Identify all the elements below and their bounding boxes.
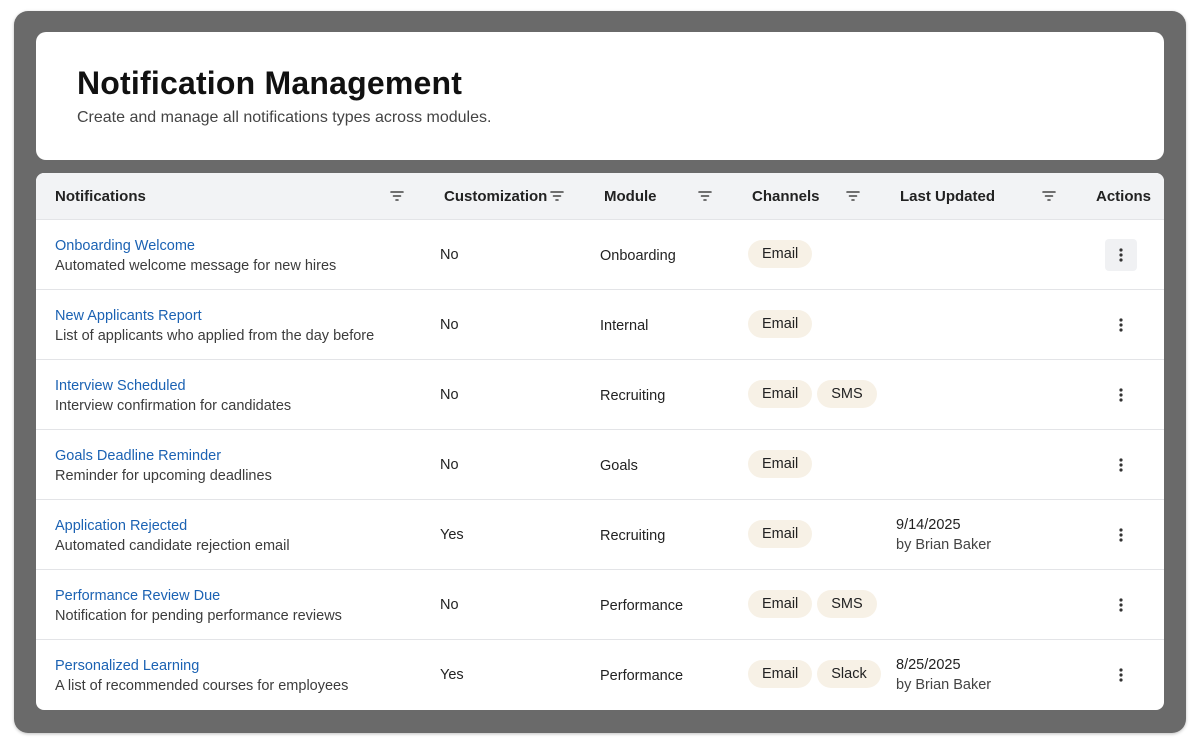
channel-chip: Email (748, 520, 813, 548)
channel-list: Email Slack (748, 660, 881, 688)
kebab-menu-icon (1119, 598, 1123, 612)
notification-description: Automated welcome message for new hires (55, 258, 337, 274)
notification-description: A list of recommended courses for employ… (55, 678, 349, 694)
module-value: Performance (600, 668, 684, 684)
row-actions-button[interactable] (1105, 659, 1137, 691)
customization-value: No (440, 457, 459, 473)
notification-title-link[interactable]: Onboarding Welcome (55, 238, 195, 254)
notification-title-link[interactable]: Application Rejected (55, 518, 187, 534)
channel-list: Email SMS (748, 380, 877, 408)
column-header-module[interactable]: Module (604, 173, 657, 219)
filter-icon[interactable] (697, 188, 713, 204)
notification-description: Reminder for upcoming deadlines (55, 468, 272, 484)
table-row: Personalized Learning A list of recommen… (36, 640, 1164, 709)
table-body: Onboarding Welcome Automated welcome mes… (36, 220, 1164, 709)
app-frame: Notification Management Create and manag… (14, 11, 1186, 733)
customization-value: No (440, 317, 459, 333)
table-row: Interview Scheduled Interview confirmati… (36, 360, 1164, 430)
notifications-table: Notifications Customization Module Chann… (36, 173, 1164, 710)
table-row: Performance Review Due Notification for … (36, 570, 1164, 640)
module-value: Recruiting (600, 388, 666, 404)
channel-chip: Email (748, 310, 813, 338)
kebab-menu-icon (1119, 248, 1123, 262)
channel-chip: SMS (817, 380, 877, 408)
row-actions-button[interactable] (1105, 239, 1137, 271)
notification-title-link[interactable]: Interview Scheduled (55, 378, 186, 394)
kebab-menu-icon (1119, 528, 1123, 542)
table-row: New Applicants Report List of applicants… (36, 290, 1164, 360)
customization-value: Yes (440, 527, 464, 543)
module-value: Goals (600, 458, 638, 474)
notification-description: Notification for pending performance rev… (55, 608, 342, 624)
filter-icon[interactable] (549, 188, 565, 204)
column-header-customization[interactable]: Customization (444, 173, 547, 219)
updated-by: by Brian Baker (896, 677, 992, 693)
table-row: Onboarding Welcome Automated welcome mes… (36, 220, 1164, 290)
channel-list: Email SMS (748, 590, 877, 618)
notification-title-link[interactable]: Personalized Learning (55, 658, 199, 674)
customization-value: No (440, 597, 459, 613)
customization-value: Yes (440, 667, 464, 683)
module-value: Onboarding (600, 248, 676, 264)
notification-title-link[interactable]: Goals Deadline Reminder (55, 448, 221, 464)
channel-chip: Slack (817, 660, 881, 688)
notification-description: List of applicants who applied from the … (55, 328, 375, 344)
column-header-notifications[interactable]: Notifications (55, 173, 146, 219)
channel-chip: Email (748, 240, 813, 268)
table-header: Notifications Customization Module Chann… (36, 173, 1164, 220)
row-actions-button[interactable] (1105, 309, 1137, 341)
row-actions-button[interactable] (1105, 519, 1137, 551)
notification-title-link[interactable]: Performance Review Due (55, 588, 220, 604)
table-row: Application Rejected Automated candidate… (36, 500, 1164, 570)
updated-date: 9/14/2025 (896, 517, 961, 533)
customization-value: No (440, 387, 459, 403)
row-actions-button[interactable] (1105, 449, 1137, 481)
column-header-last-updated[interactable]: Last Updated (900, 173, 995, 219)
page-header: Notification Management Create and manag… (36, 32, 1164, 160)
channel-chip: SMS (817, 590, 877, 618)
column-header-channels[interactable]: Channels (752, 173, 820, 219)
kebab-menu-icon (1119, 458, 1123, 472)
channel-chip: Email (748, 590, 813, 618)
channel-chip: Email (748, 660, 813, 688)
channel-chip: Email (748, 380, 813, 408)
kebab-menu-icon (1119, 668, 1123, 682)
notification-description: Automated candidate rejection email (55, 538, 290, 554)
filter-icon[interactable] (845, 188, 861, 204)
row-actions-button[interactable] (1105, 589, 1137, 621)
module-value: Performance (600, 598, 684, 614)
column-header-actions: Actions (1096, 187, 1152, 205)
notification-description: Interview confirmation for candidates (55, 398, 292, 414)
filter-icon[interactable] (1041, 188, 1057, 204)
table-row: Goals Deadline Reminder Reminder for upc… (36, 430, 1164, 500)
channel-list: Email (748, 450, 813, 478)
kebab-menu-icon (1119, 318, 1123, 332)
page-subtitle: Create and manage all notifications type… (77, 109, 492, 126)
updated-by: by Brian Baker (896, 537, 992, 553)
channel-chip: Email (748, 450, 813, 478)
channel-list: Email (748, 240, 813, 268)
customization-value: No (440, 247, 459, 263)
updated-date: 8/25/2025 (896, 657, 961, 673)
channel-list: Email (748, 520, 813, 548)
row-actions-button[interactable] (1105, 379, 1137, 411)
channel-list: Email (748, 310, 813, 338)
filter-icon[interactable] (389, 188, 405, 204)
module-value: Recruiting (600, 528, 666, 544)
module-value: Internal (600, 318, 649, 334)
page-title: Notification Management (77, 65, 463, 101)
kebab-menu-icon (1119, 388, 1123, 402)
notification-title-link[interactable]: New Applicants Report (55, 308, 202, 324)
